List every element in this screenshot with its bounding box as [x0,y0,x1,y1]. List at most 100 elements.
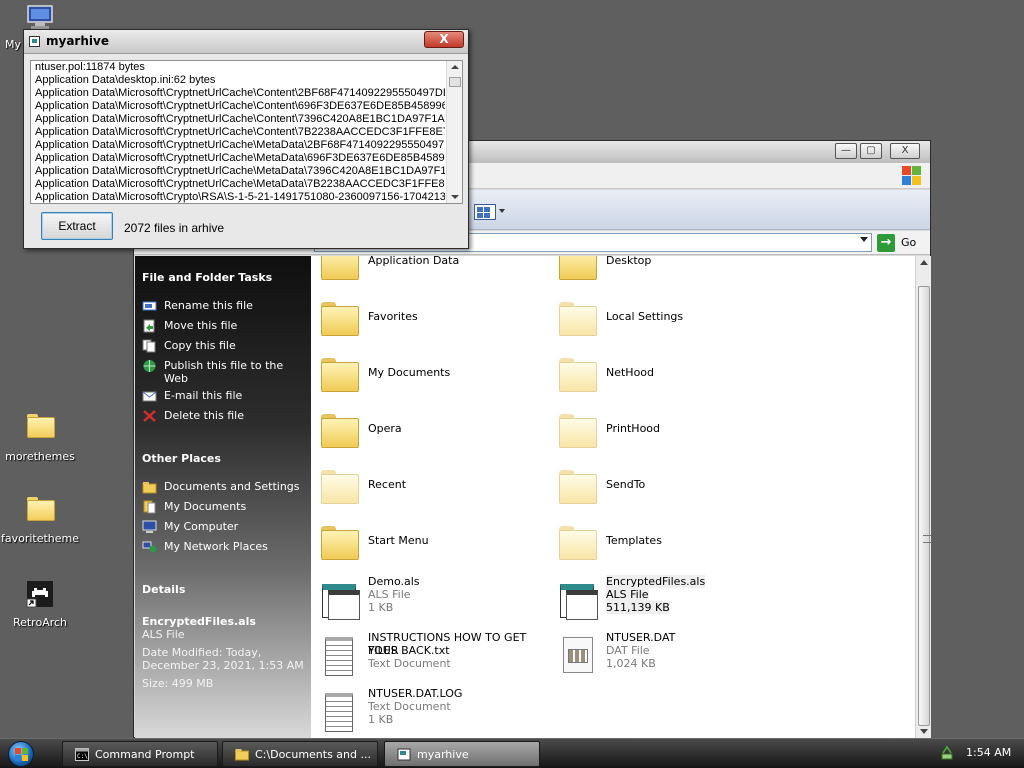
task-delete-file[interactable]: Delete this file [142,408,307,426]
dialog-titlebar[interactable]: myarhive X [24,30,468,54]
folder-desktop[interactable]: Desktop [549,256,787,286]
scroll-up-icon[interactable] [451,65,459,69]
dialog-close-button[interactable]: X [424,31,464,48]
file-list-scrollbar[interactable] [915,256,931,738]
folder-icon [319,466,359,506]
file-type: DAT File [606,644,650,657]
folder-local-settings[interactable]: Local Settings [549,292,787,342]
folder-templates[interactable]: Templates [549,516,787,566]
task-email-file[interactable]: E-mail this file [142,388,307,406]
archive-file-list[interactable]: ntuser.pol:11874 bytes Application Data\… [30,60,463,204]
details-header[interactable]: Details [142,583,185,596]
file-name: Local Settings [606,310,684,323]
extract-button[interactable]: Extract [41,212,113,240]
archive-list-scrollbar[interactable] [446,61,462,203]
task-rename-file[interactable]: Rename this file [142,298,307,316]
list-item[interactable]: Application Data\Microsoft\CryptnetUrlCa… [35,178,445,191]
scroll-down-icon[interactable] [920,729,928,734]
start-button[interactable] [8,741,34,767]
taskbar-item-explorer[interactable]: C:\Documents and ... [222,741,378,767]
place-my-computer[interactable]: My Computer [142,519,307,537]
taskbar-item-myarhive[interactable]: myarhive [384,741,540,767]
list-item[interactable]: ntuser.pol:11874 bytes [35,61,445,74]
details-date-modified-line2: December 23, 2021, 1:53 AM [142,659,304,672]
taskbar: C:\ Command Prompt C:\Documents and ... … [0,738,1024,768]
network-icon [142,541,157,553]
list-item[interactable]: Application Data\Microsoft\CryptnetUrlCa… [35,87,445,100]
folder-printhood[interactable]: PrintHood [549,404,787,454]
list-item[interactable]: Application Data\Microsoft\CryptnetUrlCa… [35,126,445,139]
list-item[interactable]: Application Data\desktop.ini:62 bytes [35,74,445,87]
taskbar-item-command-prompt[interactable]: C:\ Command Prompt [62,741,218,767]
folder-application-data[interactable]: Application Data [311,256,549,286]
file-list: Application Data Desktop Favorites Local… [311,256,915,738]
place-my-documents[interactable]: My Documents [142,499,307,517]
list-item[interactable]: Application Data\Microsoft\CryptnetUrlCa… [35,165,445,178]
file-ntuser-dat[interactable]: NTUSER.DAT DAT File 1,024 KB [549,628,787,678]
task-move-file[interactable]: Move this file [142,318,307,336]
scroll-down-icon[interactable] [451,195,459,199]
text-document-icon [319,690,359,732]
scrollbar-thumb[interactable] [918,286,931,726]
scrollbar-thumb[interactable] [449,77,461,87]
file-name: Favorites [368,310,418,323]
list-item[interactable]: Application Data\Microsoft\CryptnetUrlCa… [35,113,445,126]
maximize-button[interactable]: ▢ [860,143,882,159]
folder-sendto[interactable]: SendTo [549,460,787,510]
file-size: 511,139 KB [606,601,670,614]
task-publish-web[interactable]: Publish this file to the Web [142,358,307,388]
place-my-network-places[interactable]: My Network Places [142,539,307,557]
file-ntuser-dat-log[interactable]: NTUSER.DAT.LOG Text Document 1 KB [311,684,549,734]
task-label: E-mail this file [164,389,243,402]
address-dropdown-arrow-icon[interactable] [860,237,868,242]
my-documents-icon [143,500,156,514]
desktop-icon-favoritetheme[interactable]: favoritetheme [0,497,80,545]
desktop-icon-retroarch[interactable]: RetroArch [0,580,80,629]
list-item[interactable]: Application Data\Microsoft\Crypto\RSA\S-… [35,191,445,203]
task-copy-file[interactable]: Copy this file [142,338,307,356]
other-places-header[interactable]: Other Places [142,452,221,465]
file-name: PrintHood [606,422,661,435]
file-type: ALS File [606,588,649,601]
list-item[interactable]: Application Data\Microsoft\CryptnetUrlCa… [35,152,445,165]
folder-start-menu[interactable]: Start Menu [311,516,549,566]
als-file-icon [557,578,598,620]
file-size: 1 KB [368,601,394,614]
views-button[interactable] [474,203,506,221]
list-item[interactable]: Application Data\Microsoft\CryptnetUrlCa… [35,139,445,152]
file-name: Desktop [606,256,652,267]
file-encryptedfiles-als[interactable]: EncryptedFiles.als ALS File 511,139 KB [549,572,787,622]
rename-icon [142,301,157,311]
svg-text:C:\: C:\ [77,753,88,760]
folder-nethood[interactable]: NetHood [549,348,787,398]
file-folder-tasks-header[interactable]: File and Folder Tasks [142,271,272,284]
file-size: 1,024 KB [606,657,656,670]
network-tray-icon[interactable] [940,745,954,761]
archive-file-count: 2072 files in arhive [124,221,225,235]
file-name: NetHood [606,366,655,379]
desktop-icon-label: favoritetheme [0,532,80,545]
list-item[interactable]: Application Data\Microsoft\CryptnetUrlCa… [35,100,445,113]
dat-file-icon [557,634,597,674]
folder-recent[interactable]: Recent [311,460,549,510]
desktop-icon-morethemes[interactable]: morethemes [0,414,80,463]
minimize-button[interactable]: — [835,143,857,159]
details-date-modified-line1: Date Modified: Today, [142,646,262,659]
file-instructions-txt[interactable]: INSTRUCTIONS HOW TO GET YOUR FILES BACK.… [311,628,549,678]
taskbar-clock[interactable]: 1:54 AM [966,746,1011,759]
folder-favorites[interactable]: Favorites [311,292,549,342]
go-label: Go [901,236,917,249]
go-arrow-icon: → [877,234,895,252]
details-file-type: ALS File [142,628,185,641]
scroll-up-icon[interactable] [920,260,928,265]
file-name: Start Menu [368,534,429,547]
close-button[interactable]: X [890,143,920,159]
file-demo-als[interactable]: Demo.als ALS File 1 KB [311,572,549,622]
folder-my-documents[interactable]: My Documents [311,348,549,398]
task-label: Copy this file [164,339,236,352]
file-type: ALS File [368,588,411,601]
go-button[interactable]: → Go [877,234,927,252]
folder-opera[interactable]: Opera [311,404,549,454]
place-documents-and-settings[interactable]: Documents and Settings [142,479,307,497]
taskbar-item-label: C:\Documents and ... [255,748,371,761]
